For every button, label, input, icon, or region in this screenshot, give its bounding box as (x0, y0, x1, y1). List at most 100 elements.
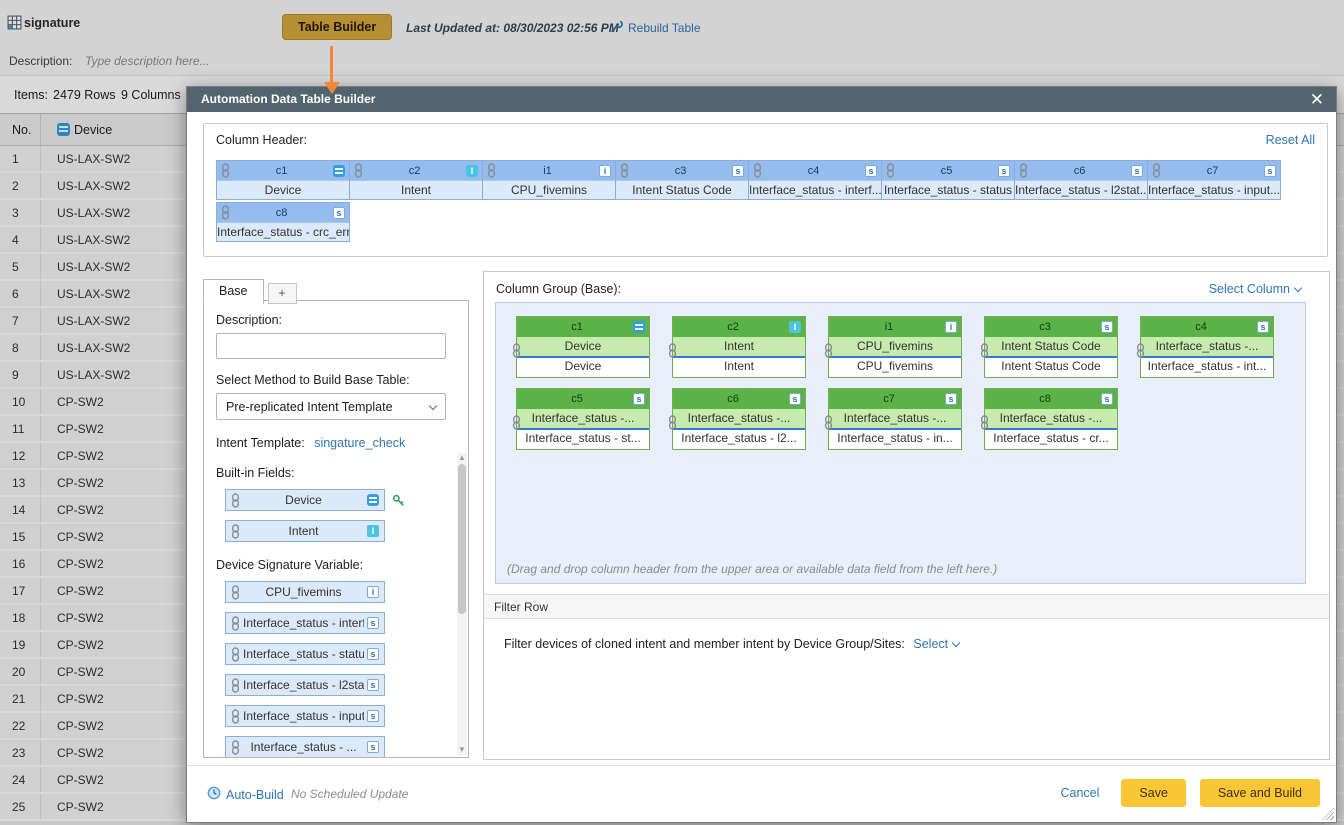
field-chip-interface-status-status[interactable]: Interface_status - statuss (225, 643, 385, 665)
card-display-name: Intent (673, 337, 805, 356)
field-chip-row: Interface_status - ...s (225, 736, 446, 758)
chain-link-icon (231, 709, 240, 724)
card-header: c2I (673, 317, 805, 337)
type-s-badge-icon: s (1131, 165, 1143, 177)
reset-all-link[interactable]: Reset All (1266, 133, 1315, 147)
field-name: CPU_fivemins (243, 585, 364, 599)
dialog-title: Automation Data Table Builder (201, 92, 375, 106)
chip-id: c7 (1163, 165, 1262, 177)
card-field-name: Interface_status - in... (829, 428, 961, 447)
panel-description-label: Description: (216, 313, 446, 327)
type-s-badge-icon: s (1264, 165, 1276, 177)
field-chip-device[interactable]: Device (225, 489, 385, 511)
chain-link-icon (231, 493, 240, 508)
scroll-down-icon[interactable]: ▼ (457, 745, 467, 755)
card-display-name: Interface_status -... (517, 409, 649, 428)
chain-link-icon (231, 678, 240, 693)
column-group-card-c4[interactable]: c4sInterface_status -...Interface_status… (1140, 316, 1274, 378)
filter-row-header: Filter Row (484, 594, 1329, 619)
card-display-name: Interface_status -... (673, 409, 805, 428)
card-display-name: Interface_status -... (985, 409, 1117, 428)
chip-name: Interface_status - crc_err (217, 222, 349, 241)
dialog-titlebar[interactable]: Automation Data Table Builder ✕ (187, 87, 1336, 112)
type-s-badge-icon: s (1101, 321, 1113, 333)
chip-header: c1 (217, 161, 349, 180)
intent-template-link[interactable]: singature_check (314, 436, 405, 450)
card-id: c2 (677, 321, 789, 333)
chip-header: c7s (1148, 161, 1280, 180)
column-group-card-c2[interactable]: c2IIntentIntent (672, 316, 806, 378)
field-chip-intent[interactable]: IntentI (225, 520, 385, 542)
arrow-line (330, 46, 333, 83)
card-field-name: Intent (673, 356, 805, 375)
left-panel-scrollbar[interactable]: ▲ ▼ (457, 453, 467, 755)
column-group-card-c7[interactable]: c7sInterface_status -...Interface_status… (828, 388, 962, 450)
column-header-chip-c6[interactable]: c6sInterface_status - l2stat... (1014, 160, 1148, 200)
card-header: c3s (985, 317, 1117, 337)
scrollbar-thumb[interactable] (458, 464, 466, 614)
column-group-dropzone[interactable]: c1DeviceDevicec2IIntentIntenti1iCPU_five… (495, 302, 1306, 584)
card-display-name: Intent Status Code (985, 337, 1117, 356)
card-header: c1 (517, 317, 649, 337)
chevron-down-icon (429, 401, 437, 409)
save-and-build-button[interactable]: Save and Build (1200, 779, 1320, 807)
field-chip-row: Interface_status - interf...s (225, 612, 446, 634)
description-input[interactable] (216, 333, 446, 359)
column-group-card-c8[interactable]: c8sInterface_status -...Interface_status… (984, 388, 1118, 450)
column-header-chip-c2[interactable]: c2IIntent (349, 160, 483, 200)
card-id: c8 (989, 393, 1101, 405)
column-header-chip-c7[interactable]: c7sInterface_status - input... (1147, 160, 1281, 200)
signature-variable-label: Device Signature Variable: (216, 558, 446, 572)
column-group-card-c5[interactable]: c5sInterface_status -...Interface_status… (516, 388, 650, 450)
column-group-card-c1[interactable]: c1DeviceDevice (516, 316, 650, 378)
field-name: Device (243, 493, 364, 507)
chain-link-icon (354, 163, 363, 178)
column-header-chip-i1[interactable]: i1iCPU_fivemins (482, 160, 616, 200)
key-icon (392, 494, 405, 507)
arrow-head-icon (324, 82, 340, 94)
resize-handle[interactable] (1322, 808, 1334, 820)
column-header-chip-c8[interactable]: c8sInterface_status - crc_err (216, 202, 350, 242)
card-field-name: Interface_status - st... (517, 428, 649, 447)
field-name: Interface_status - status (243, 647, 364, 661)
cancel-button[interactable]: Cancel (1060, 786, 1099, 800)
filter-select-link[interactable]: Select (913, 637, 959, 651)
chain-link-icon (824, 343, 833, 358)
field-chip-interface-status-interf-[interactable]: Interface_status - interf...s (225, 612, 385, 634)
dialog-footer: Auto-Build No Scheduled Update Cancel Sa… (187, 765, 1336, 822)
chip-id: c1 (232, 165, 331, 177)
column-group-card-c6[interactable]: c6sInterface_status -...Interface_status… (672, 388, 806, 450)
type-s-badge-icon: s (367, 741, 379, 753)
chip-header: c4s (749, 161, 881, 180)
chain-link-icon (980, 415, 989, 430)
tab-base[interactable]: Base (203, 279, 264, 304)
auto-build-link[interactable]: Auto-Build (207, 786, 284, 803)
build-method-select[interactable]: Pre-replicated Intent Template (216, 393, 446, 420)
close-icon[interactable]: ✕ (1310, 88, 1324, 111)
card-field-name: Intent Status Code (985, 356, 1117, 375)
card-id: c7 (833, 393, 945, 405)
select-column-link[interactable]: Select Column (1209, 282, 1301, 296)
chip-name: Interface_status - input... (1148, 180, 1280, 199)
add-tab-button[interactable]: + (268, 283, 297, 304)
save-button[interactable]: Save (1121, 779, 1186, 807)
field-chip-interface-status-[interactable]: Interface_status - ...s (225, 736, 385, 758)
intent-template-row: Intent Template: singature_check (216, 436, 446, 450)
column-header-chip-c4[interactable]: c4sInterface_status - interf... (748, 160, 882, 200)
chip-header: i1i (483, 161, 615, 180)
column-header-chip-c5[interactable]: c5sInterface_status - status (881, 160, 1015, 200)
type-s-badge-icon: s (998, 165, 1010, 177)
chip-id: c4 (764, 165, 863, 177)
scroll-up-icon[interactable]: ▲ (457, 453, 467, 463)
field-name: Interface_status - l2stat... (243, 678, 364, 692)
column-header-chip-c1[interactable]: c1Device (216, 160, 350, 200)
field-chip-interface-status-input-[interactable]: Interface_status - input...s (225, 705, 385, 727)
column-header-chip-c3[interactable]: c3sIntent Status Code (615, 160, 749, 200)
card-header: c5s (517, 389, 649, 409)
column-group-card-c3[interactable]: c3sIntent Status CodeIntent Status Code (984, 316, 1118, 378)
column-group-card-i1[interactable]: i1iCPU_fiveminsCPU_fivemins (828, 316, 962, 378)
chain-link-icon (824, 415, 833, 430)
field-chip-cpu-fivemins[interactable]: CPU_fiveminsi (225, 581, 385, 603)
base-tabs: Base + (203, 278, 297, 303)
field-chip-interface-status-l2stat-[interactable]: Interface_status - l2stat...s (225, 674, 385, 696)
